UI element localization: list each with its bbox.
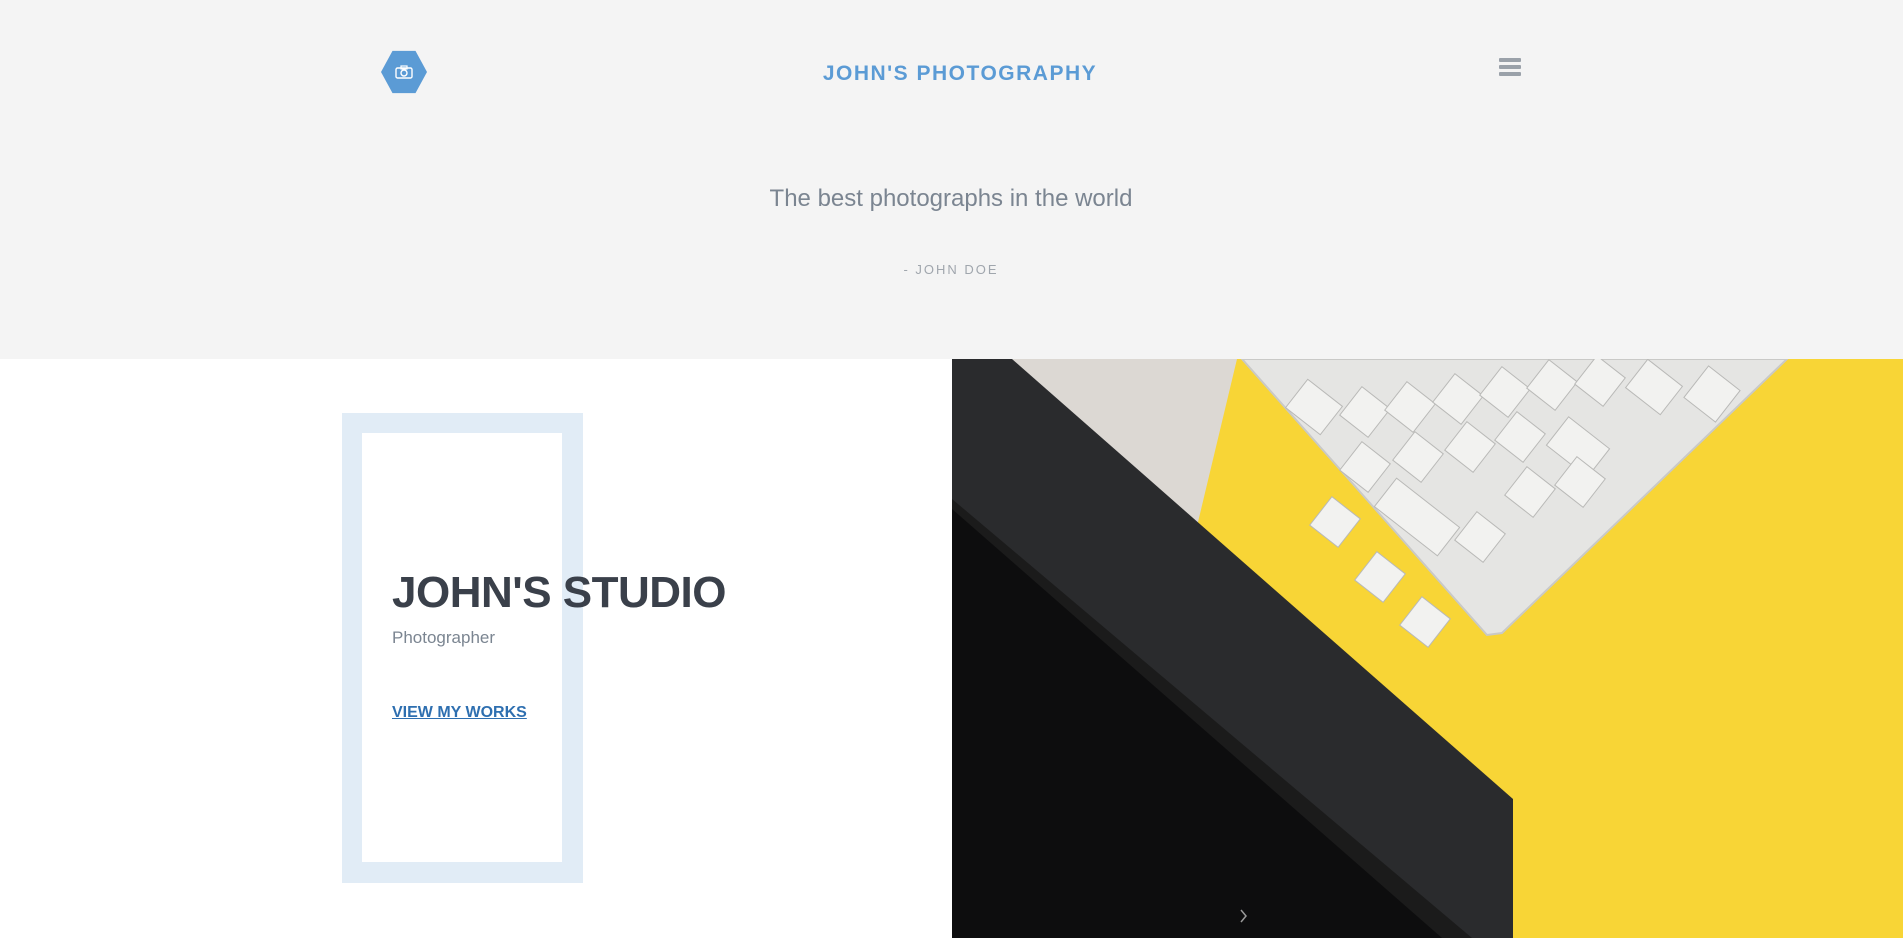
hero-author: - JOHN DOE: [903, 262, 999, 277]
logo-button[interactable]: [381, 50, 427, 94]
hero-tagline: The best photographs in the world: [769, 185, 1133, 212]
camera-icon: [395, 65, 413, 79]
hamburger-menu-icon[interactable]: [1499, 58, 1521, 78]
studio-title: JOHN'S STUDIO: [392, 568, 727, 617]
header-section: JOHN'S PHOTOGRAPHY The best photographs …: [0, 0, 1903, 359]
site-title[interactable]: JOHN'S PHOTOGRAPHY: [760, 62, 1160, 86]
keyboard-on-yellow-desk-image: [952, 359, 1903, 938]
view-my-works-link[interactable]: VIEW MY WORKS: [392, 704, 527, 722]
studio-role: Photographer: [392, 628, 496, 647]
